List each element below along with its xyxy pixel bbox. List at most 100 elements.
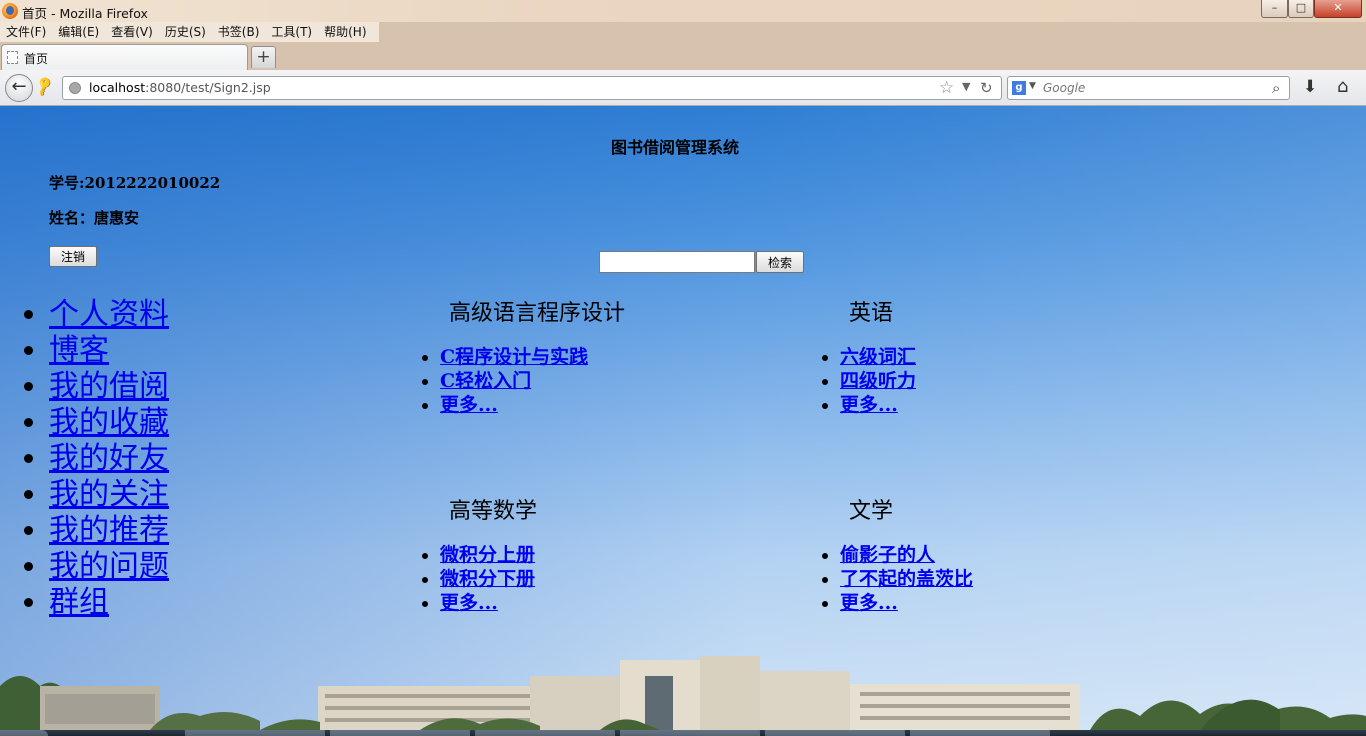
window-title-bar: 首页 - Mozilla Firefox – □ ✕ [0,0,1366,22]
side-menu-link-following[interactable]: 我的关注 [49,477,169,512]
taskbar-item[interactable] [910,730,1050,736]
url-bar[interactable]: localhost:8080/test/Sign2.jsp ☆ ▼ ↻ [62,76,1002,100]
search-placeholder: Google [1043,81,1086,95]
new-tab-button[interactable]: + [251,46,276,68]
book-link[interactable]: 四级听力 [840,370,916,392]
more-link[interactable]: 更多... [840,592,898,614]
minimize-button[interactable]: – [1261,0,1288,18]
list-item: 了不起的盖茨比 [840,567,973,591]
menu-bar: 文件(F) 编辑(E) 查看(V) 历史(S) 书签(B) 工具(T) 帮助(H… [0,22,1366,42]
more-link[interactable]: 更多... [440,394,498,416]
side-menu-link-favorites[interactable]: 我的收藏 [49,405,169,440]
start-button[interactable] [0,730,48,736]
download-icon[interactable]: ⬇ [1303,77,1317,97]
side-menu: 个人资料 博客 我的借阅 我的收藏 我的好友 我的关注 我的推荐 我的问题 群组 [22,297,169,621]
reload-icon[interactable]: ↻ [980,79,993,97]
side-menu-item: 我的借阅 [49,369,169,405]
menu-bookmarks[interactable]: 书签(B) [212,22,266,42]
menu-tools[interactable]: 工具(T) [265,22,318,42]
maximize-button[interactable]: □ [1288,0,1314,18]
firefox-icon [2,3,18,19]
side-menu-link-questions[interactable]: 我的问题 [49,549,169,584]
category-title: 高等数学 [449,499,538,524]
book-link[interactable]: 偷影子的人 [840,544,935,566]
more-link[interactable]: 更多... [440,592,498,614]
page-content: 图书借阅管理系统 学号:2012222010022 姓名：唐惠安 注销 检索 个… [0,106,1366,730]
magnifier-icon[interactable]: ⌕ [1272,79,1280,97]
logout-button[interactable]: 注销 [49,246,97,267]
book-link[interactable]: C轻松入门 [440,370,531,392]
home-icon[interactable]: ⌂ [1337,76,1348,97]
list-item: 微积分上册 [440,543,537,567]
book-link[interactable]: 了不起的盖茨比 [840,568,973,590]
book-link[interactable]: C程序设计与实践 [440,346,588,368]
side-menu-item: 博客 [49,333,169,369]
category-math: 高等数学 微积分上册 微积分下册 更多... [424,497,537,615]
side-menu-item: 群组 [49,585,169,621]
close-icon: ✕ [1333,1,1343,14]
menu-file[interactable]: 文件(F) [0,22,52,42]
bookmark-star-icon[interactable]: ☆ [939,78,954,98]
taskbar-item[interactable] [330,730,470,736]
tab-label: 首页 [24,52,49,66]
taskbar-item[interactable] [185,730,325,736]
book-list: 微积分上册 微积分下册 更多... [424,543,537,615]
side-menu-item: 我的收藏 [49,405,169,441]
book-link[interactable]: 六级词汇 [840,346,916,368]
list-item: 更多... [840,591,973,615]
url-text[interactable]: localhost:8080/test/Sign2.jsp [89,80,271,95]
back-button[interactable]: ← [5,74,33,102]
close-button[interactable]: ✕ [1314,0,1362,18]
side-menu-item: 个人资料 [49,297,169,333]
url-dropdown-icon[interactable]: ▼ [962,80,970,93]
menu-edit[interactable]: 编辑(E) [52,22,105,42]
site-identity-icon[interactable]: 🔑 [33,76,56,99]
back-arrow-icon: ← [11,76,27,97]
side-menu-link-recommendations[interactable]: 我的推荐 [49,513,169,548]
category-literature: 文学 偷影子的人 了不起的盖茨比 更多... [824,497,973,615]
taskbar-item[interactable] [765,730,905,736]
list-item: 微积分下册 [440,567,537,591]
side-menu-item: 我的关注 [49,477,169,513]
side-menu-link-borrowed[interactable]: 我的借阅 [49,369,169,404]
book-search-input[interactable] [599,251,755,273]
web-search-bar[interactable]: g ▼ Google ⌕ [1007,76,1290,100]
taskbar-item[interactable] [475,730,615,736]
side-menu-item: 我的推荐 [49,513,169,549]
tab-home[interactable]: 首页 [1,44,248,70]
book-link[interactable]: 微积分下册 [440,568,535,590]
url-path: :8080/test/Sign2.jsp [145,80,271,95]
category-programming: 高级语言程序设计 C程序设计与实践 C轻松入门 更多... [424,299,625,417]
menu-history[interactable]: 历史(S) [159,22,212,42]
list-item: 偷影子的人 [840,543,973,567]
side-menu-item: 我的问题 [49,549,169,585]
search-engine-dropdown-icon[interactable]: ▼ [1029,81,1036,91]
side-menu-link-blog[interactable]: 博客 [49,333,109,368]
campus-background-image [0,656,1366,730]
more-link[interactable]: 更多... [840,394,898,416]
side-menu-link-friends[interactable]: 我的好友 [49,441,169,476]
page-icon [7,51,18,64]
category-english: 英语 六级词汇 四级听力 更多... [824,299,916,417]
search-button[interactable]: 检索 [756,251,804,273]
book-list: C程序设计与实践 C轻松入门 更多... [424,345,625,417]
side-menu-link-profile[interactable]: 个人资料 [49,297,169,332]
os-taskbar [0,730,1366,736]
book-list: 六级词汇 四级听力 更多... [824,345,916,417]
book-link[interactable]: 微积分上册 [440,544,535,566]
list-item: C程序设计与实践 [440,345,625,369]
list-item: 更多... [840,393,916,417]
book-list: 偷影子的人 了不起的盖茨比 更多... [824,543,973,615]
tab-bar: 首页 + [0,42,1366,70]
minimize-icon: – [1271,1,1278,14]
window-title: 首页 - Mozilla Firefox [22,6,148,21]
menu-view[interactable]: 查看(V) [105,22,159,42]
student-id-label: 学号:2012222010022 [49,174,221,192]
google-icon[interactable]: g [1012,81,1026,95]
list-item: 更多... [440,591,537,615]
menu-help[interactable]: 帮助(H) [318,22,372,42]
url-host: localhost [89,80,146,95]
list-item: 六级词汇 [840,345,916,369]
side-menu-link-groups[interactable]: 群组 [49,585,109,620]
taskbar-item[interactable] [620,730,760,736]
